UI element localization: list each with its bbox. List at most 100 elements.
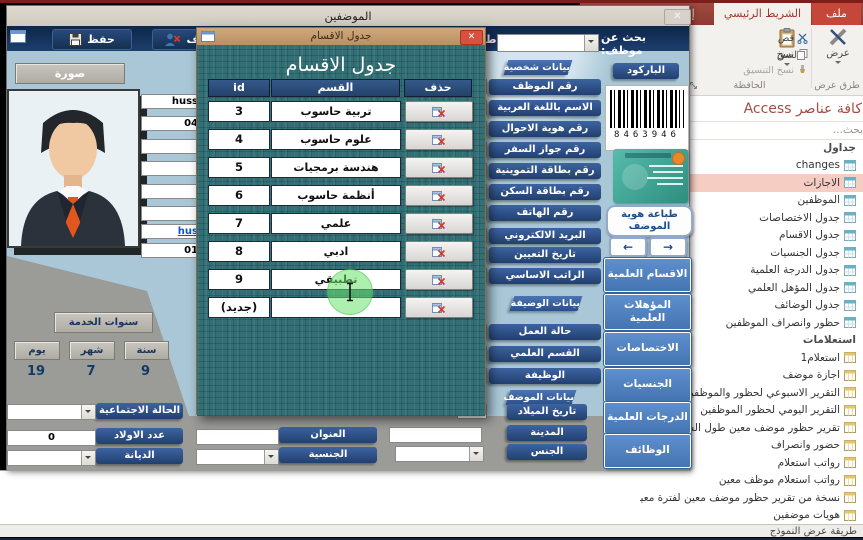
- search-employee-combobox[interactable]: [497, 34, 599, 52]
- tab-employee-data[interactable]: بيانات الموضف: [506, 390, 577, 405]
- chevron-down-icon[interactable]: [264, 450, 278, 464]
- delete-record-button[interactable]: [405, 157, 473, 178]
- print-id-button[interactable]: طباعة هوية الموضف: [606, 205, 693, 237]
- nationalities-button[interactable]: الجنسيات: [604, 368, 691, 402]
- department-cell[interactable]: هندسة برمجيات: [271, 157, 401, 178]
- id-cell[interactable]: 3: [208, 101, 270, 122]
- chevron-down-icon[interactable]: [81, 405, 95, 419]
- delete-record-button[interactable]: [405, 297, 473, 318]
- table-row: 7 علمي: [208, 213, 485, 234]
- employees-window-titlebar[interactable]: الموضفين: [7, 6, 689, 27]
- dialog-launcher-icon[interactable]: [689, 81, 698, 90]
- delete-record-icon: [432, 106, 447, 118]
- next-record-button[interactable]: →: [649, 237, 687, 257]
- nav-pane-item[interactable]: رواتب استعلام موظف معين: [653, 472, 863, 490]
- specialties-button[interactable]: الاختصاصات: [604, 332, 691, 366]
- save-button[interactable]: حفظ: [52, 29, 132, 50]
- id-cell[interactable]: (جديد): [208, 297, 270, 318]
- table-header-row: id القسم حذف: [208, 79, 485, 97]
- form-window-icon: [201, 31, 215, 42]
- label-base-salary: الراتب الاساسي: [489, 268, 601, 284]
- address-field[interactable]: [196, 429, 279, 445]
- table-icon: [844, 317, 856, 328]
- field[interactable]: [141, 206, 199, 221]
- barcode: 8463946: [605, 85, 689, 151]
- department-cell[interactable]: علوم حاسوب: [271, 129, 401, 150]
- tab-personal-data[interactable]: بيانات شخصية: [504, 60, 573, 75]
- children-count-field[interactable]: 0: [7, 430, 96, 446]
- day-button[interactable]: يوم: [14, 341, 60, 360]
- id-cell[interactable]: 8: [208, 241, 270, 262]
- label-nationality: الجنسية: [279, 447, 377, 463]
- department-cell[interactable]: علمي: [271, 213, 401, 234]
- year-button[interactable]: سنة: [124, 341, 169, 360]
- marital-combobox[interactable]: [7, 404, 96, 420]
- service-years-button[interactable]: سنوات الخدمة: [54, 312, 153, 333]
- copy-button[interactable]: نسخ: [690, 46, 808, 62]
- delete-record-icon: [432, 246, 447, 258]
- delete-record-button[interactable]: [405, 241, 473, 262]
- email-link-field[interactable]: hus: [141, 224, 199, 239]
- chevron-down-icon[interactable]: [469, 447, 483, 461]
- id-cell[interactable]: 9: [208, 269, 270, 290]
- floppy-icon: [69, 33, 82, 46]
- field[interactable]: [141, 139, 199, 154]
- table-icon: [844, 247, 856, 258]
- chevron-down-icon[interactable]: [584, 35, 598, 51]
- tab-home[interactable]: الشريط الرئيسي: [714, 3, 811, 25]
- delete-record-button[interactable]: [405, 129, 473, 150]
- dialog-titlebar[interactable]: جدول الاقسام: [197, 28, 485, 45]
- tab-job-data[interactable]: بيانات الوضيفة: [510, 296, 583, 311]
- month-button[interactable]: شهر: [69, 341, 115, 360]
- id-field[interactable]: 04: [141, 116, 199, 131]
- department-cell[interactable]: ادبي: [271, 241, 401, 262]
- delete-record-button[interactable]: [405, 101, 473, 122]
- name-field[interactable]: huss: [141, 94, 199, 109]
- photo-button[interactable]: صورة: [15, 63, 125, 84]
- nationality-combobox[interactable]: [196, 449, 279, 465]
- field[interactable]: [141, 184, 199, 199]
- card-logo-icon: [672, 152, 685, 165]
- column-header-delete: حذف: [404, 79, 472, 97]
- id-cell[interactable]: 4: [208, 129, 270, 150]
- service-days-value: 19: [14, 364, 58, 379]
- jobs-button[interactable]: الوظائف: [604, 434, 691, 468]
- prev-record-button[interactable]: ←: [609, 237, 647, 257]
- field[interactable]: [141, 161, 199, 176]
- query-icon: [844, 352, 856, 363]
- chevron-down-icon[interactable]: [81, 451, 95, 465]
- form-window-icon: [10, 30, 26, 43]
- delete-record-button[interactable]: [405, 269, 473, 290]
- departments-button[interactable]: الاقسام العلمية: [604, 258, 691, 292]
- label-children-count: عدد الاولاد: [96, 428, 183, 444]
- nav-pane-item[interactable]: هويات موضفين: [653, 507, 863, 525]
- cut-button[interactable]: قص: [690, 30, 808, 46]
- table-row: 4 علوم حاسوب: [208, 129, 485, 150]
- employee-photo: [7, 89, 140, 248]
- department-cell[interactable]: تربية حاسوب: [271, 101, 401, 122]
- id-cell[interactable]: 6: [208, 185, 270, 206]
- close-icon[interactable]: ✕: [664, 9, 691, 25]
- department-cell[interactable]: أنظمة حاسوب: [271, 185, 401, 206]
- document-canvas: [0, 470, 640, 525]
- service-months-value: 7: [69, 364, 113, 379]
- gender-combobox[interactable]: [395, 446, 484, 462]
- format-painter-button[interactable]: نسخ التنسيق: [690, 62, 808, 78]
- tab-file[interactable]: ملف: [812, 3, 861, 25]
- delete-record-button[interactable]: [405, 213, 473, 234]
- label-civil-id: رقم هوية الاحوال: [489, 121, 601, 137]
- barcode-bars: [610, 90, 684, 128]
- query-icon: [844, 422, 856, 433]
- nav-pane-item[interactable]: نسخة من تقرير حظور موضف معين لفترة معينة: [653, 489, 863, 507]
- id-cell[interactable]: 5: [208, 157, 270, 178]
- degrees-button[interactable]: الدرجات العلمية: [604, 402, 691, 434]
- id-cell[interactable]: 7: [208, 213, 270, 234]
- close-icon[interactable]: ✕: [460, 30, 483, 45]
- field[interactable]: 01: [141, 243, 199, 258]
- city-field[interactable]: [389, 427, 482, 443]
- table-icon: [844, 230, 856, 241]
- qualifications-button[interactable]: المؤهلات العلمية: [604, 294, 691, 330]
- religion-combobox[interactable]: [7, 450, 96, 466]
- delete-record-button[interactable]: [405, 185, 473, 206]
- view-button[interactable]: عرض: [816, 28, 860, 80]
